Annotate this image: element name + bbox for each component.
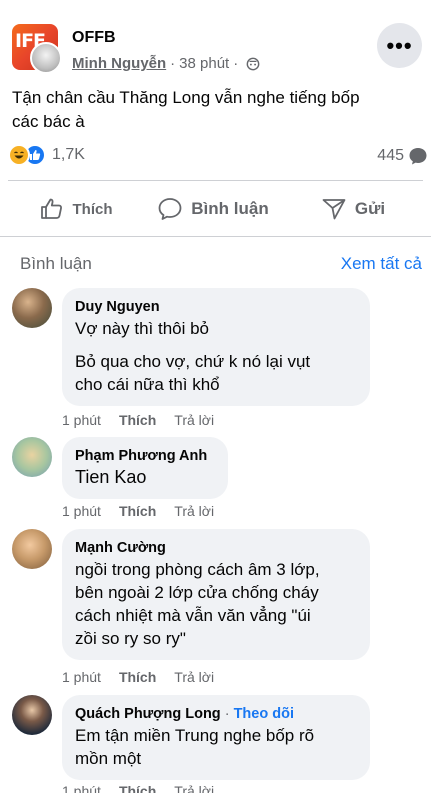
comment-reply-button[interactable]: Trả lời bbox=[174, 412, 214, 428]
meta-separator: · bbox=[170, 55, 176, 72]
comment-text: Bỏ qua cho vợ, chứ k nó lại vụt cho cái … bbox=[75, 350, 356, 396]
comment-reply-button[interactable]: Trả lời bbox=[174, 503, 214, 519]
comment-time[interactable]: 1 phút bbox=[62, 503, 101, 519]
comment-button[interactable]: Bình luận bbox=[143, 184, 283, 234]
comment-text-line: cách nhiệt mà vẫn văn vẳng "úi bbox=[75, 606, 311, 625]
comment-actions: 1 phút Thích Trả lời bbox=[62, 503, 214, 519]
comment-time[interactable]: 1 phút bbox=[62, 783, 101, 793]
send-button[interactable]: Gửi bbox=[283, 184, 423, 234]
comment-reply-button[interactable]: Trả lời bbox=[174, 783, 214, 793]
comment-actions: 1 phút Thích Trả lời bbox=[62, 669, 214, 685]
reactions-summary[interactable]: 1,7K bbox=[8, 144, 85, 166]
comment-actions: 1 phút Thích Trả lời bbox=[62, 783, 214, 793]
send-button-label: Gửi bbox=[354, 199, 386, 218]
comment-bubble: Mạnh Cường ngồi trong phòng cách âm 3 lớ… bbox=[62, 529, 370, 660]
commenter-name-line: Quách Phượng Long · Theo dõi bbox=[75, 704, 356, 724]
comment-bubble-icon bbox=[409, 148, 427, 165]
comment-text-line: zồi so ry so ry" bbox=[75, 629, 186, 648]
comment-text: Tien Kao bbox=[75, 467, 147, 487]
post-text: Tận chân cầu Thăng Long vẫn nghe tiếng b… bbox=[12, 86, 417, 134]
author-avatar[interactable] bbox=[30, 42, 62, 74]
comment-text-line: Em tận miền Trung nghe bốp rõ bbox=[75, 726, 315, 745]
comment-bubble: Duy Nguyen Vợ này thì thôi bỏ Bỏ qua cho… bbox=[62, 288, 370, 406]
commenter-avatar[interactable] bbox=[12, 695, 52, 735]
post-meta: Minh Nguyễn · 38 phút · bbox=[72, 55, 260, 72]
comment-text-line: bên ngoài 2 lớp cửa chống cháy bbox=[75, 583, 319, 602]
comment-actions: 1 phút Thích Trả lời bbox=[62, 412, 214, 428]
commenter-name[interactable]: Phạm Phương Anh bbox=[75, 446, 214, 466]
post-header: IFE OFFB Minh Nguyễn · 38 phút · ••• bbox=[0, 0, 431, 80]
comment-text-line: mồn một bbox=[75, 749, 142, 768]
post-text-line: Tận chân cầu Thăng Long vẫn nghe tiếng b… bbox=[12, 88, 360, 107]
commenter-avatar[interactable] bbox=[12, 437, 52, 477]
comment-text-line: Bỏ qua cho vợ, chứ k nó lại vụt bbox=[75, 352, 311, 371]
comment-text: ngồi trong phòng cách âm 3 lớp, bên ngoà… bbox=[75, 558, 356, 650]
comment-like-button[interactable]: Thích bbox=[119, 783, 156, 793]
comment-count-value: 445 bbox=[377, 147, 404, 164]
post-stats: 1,7K 445 bbox=[8, 142, 428, 172]
post-action-bar: Thích Bình luận Gửi bbox=[0, 184, 431, 234]
post-text-line: các bác à bbox=[12, 112, 85, 131]
comment-time[interactable]: 1 phút bbox=[62, 412, 101, 428]
commenter-avatar[interactable] bbox=[12, 288, 52, 328]
comment-text-line: cho cái nữa thì khổ bbox=[75, 375, 220, 394]
group-name[interactable]: OFFB bbox=[72, 29, 116, 47]
comment-text: Em tận miền Trung nghe bốp rõ mồn một bbox=[75, 724, 356, 770]
author-name[interactable]: Minh Nguyễn bbox=[72, 55, 166, 72]
comment-like-button[interactable]: Thích bbox=[119, 669, 156, 685]
follow-button[interactable]: Theo dõi bbox=[234, 706, 294, 722]
group-privacy-icon bbox=[246, 57, 260, 70]
see-all-link[interactable]: Xem tất cả bbox=[341, 254, 422, 274]
comment-like-button[interactable]: Thích bbox=[119, 503, 156, 519]
comment-button-label: Bình luận bbox=[191, 199, 269, 218]
comments-header: Bình luận Xem tất cả bbox=[20, 254, 422, 278]
comment-bubble: Quách Phượng Long · Theo dõi Em tận miền… bbox=[62, 695, 370, 780]
more-options-button[interactable]: ••• bbox=[377, 23, 422, 68]
comment-bubble: Phạm Phương Anh Tien Kao bbox=[62, 437, 228, 499]
commenter-name[interactable]: Quách Phượng Long bbox=[75, 706, 221, 722]
post-time[interactable]: 38 phút bbox=[179, 55, 229, 72]
divider bbox=[8, 180, 423, 181]
commenter-name[interactable]: Duy Nguyen bbox=[75, 297, 356, 317]
send-icon bbox=[322, 199, 346, 220]
reaction-count: 1,7K bbox=[52, 146, 85, 163]
thumbs-up-icon bbox=[40, 198, 62, 219]
like-button-label: Thích bbox=[72, 200, 113, 218]
commenter-name[interactable]: Mạnh Cường bbox=[75, 538, 356, 558]
comment-icon bbox=[158, 198, 182, 220]
commenter-avatar[interactable] bbox=[12, 529, 52, 569]
comment-time[interactable]: 1 phút bbox=[62, 669, 101, 685]
haha-reaction-icon bbox=[8, 144, 30, 166]
comments-title: Bình luận bbox=[20, 254, 92, 273]
meta-separator: · bbox=[233, 55, 239, 72]
divider bbox=[0, 236, 431, 237]
comment-reply-button[interactable]: Trả lời bbox=[174, 669, 214, 685]
more-options-icon: ••• bbox=[386, 32, 413, 58]
comment-text-line: ngồi trong phòng cách âm 3 lớp, bbox=[75, 560, 320, 579]
comment-text: Vợ này thì thôi bỏ bbox=[75, 319, 210, 338]
like-button[interactable]: Thích bbox=[0, 184, 143, 234]
follow-separator: · bbox=[224, 706, 230, 722]
comment-count[interactable]: 445 bbox=[377, 146, 428, 166]
comment-like-button[interactable]: Thích bbox=[119, 412, 156, 428]
